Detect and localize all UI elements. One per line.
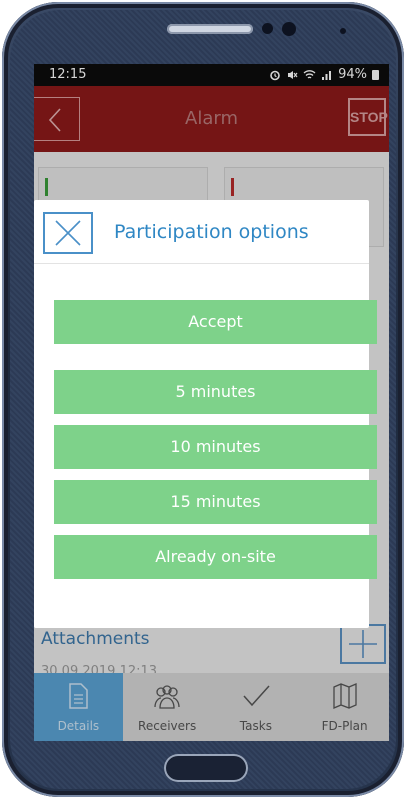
home-button[interactable] xyxy=(164,754,248,782)
speaker-grille xyxy=(167,24,253,34)
ten-minutes-button[interactable]: 10 minutes xyxy=(54,425,377,469)
close-button[interactable] xyxy=(43,212,93,254)
notification-led xyxy=(340,28,346,34)
fifteen-minutes-button[interactable]: 15 minutes xyxy=(54,480,377,524)
dialog-header: Participation options xyxy=(34,200,369,264)
close-icon xyxy=(55,220,81,246)
five-minutes-button[interactable]: 5 minutes xyxy=(54,370,377,414)
screen: 12:15 94% Alarm STOP Attachments 30.09.2… xyxy=(34,64,389,741)
phone-frame: 12:15 94% Alarm STOP Attachments 30.09.2… xyxy=(2,2,404,797)
proximity-sensor xyxy=(262,23,273,34)
accept-button[interactable]: Accept xyxy=(54,300,377,344)
already-on-site-button[interactable]: Already on-site xyxy=(54,535,377,579)
dialog-title: Participation options xyxy=(114,221,309,243)
front-camera xyxy=(282,22,296,36)
